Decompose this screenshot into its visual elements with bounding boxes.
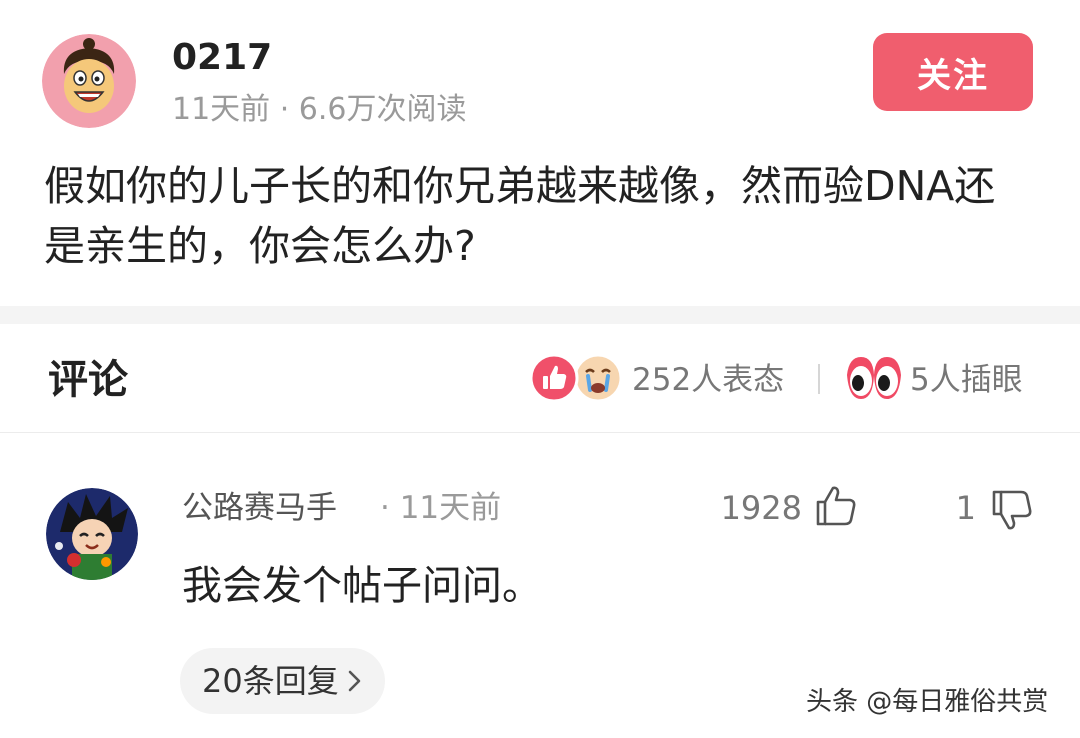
- post-meta: 11天前 · 6.6万次阅读: [172, 92, 467, 127]
- watermark: 头条 @每日雅俗共赏: [806, 687, 1049, 717]
- post-question[interactable]: 假如你的儿子长的和你兄弟越来越像，然而验DNA还是亲生的，你会怎么办?: [44, 156, 1034, 276]
- replies-label: 20条回复: [202, 662, 339, 700]
- divider: [0, 432, 1080, 433]
- follow-button[interactable]: 关注: [873, 33, 1033, 111]
- dislike-count: 1: [955, 489, 976, 527]
- replies-button[interactable]: 20条回复: [180, 648, 385, 714]
- reactions-count[interactable]: 252人表态: [632, 359, 784, 401]
- crying-face-reaction-icon: [573, 353, 623, 403]
- dislike-icon[interactable]: [990, 488, 1034, 532]
- reaction-separator: [818, 364, 820, 394]
- commenter-name[interactable]: 公路赛马手: [182, 488, 337, 528]
- comments-title: 评论: [48, 357, 128, 403]
- like-icon[interactable]: [814, 484, 858, 528]
- like-count: 1928: [720, 489, 802, 527]
- author-name[interactable]: 0217: [172, 36, 272, 80]
- author-avatar[interactable]: [42, 34, 136, 128]
- chevron-right-icon: [348, 670, 361, 692]
- thumbs-up-reaction-icon: [529, 353, 579, 403]
- commenter-avatar[interactable]: [46, 488, 138, 580]
- eyes-count[interactable]: 5人插眼: [910, 359, 1023, 401]
- eyes-icon[interactable]: [845, 353, 903, 403]
- section-divider: [0, 306, 1080, 324]
- comment-text[interactable]: 我会发个帖子问问。: [182, 560, 542, 612]
- reaction-icons[interactable]: [528, 352, 624, 404]
- comment-time: · 11天前: [380, 490, 502, 526]
